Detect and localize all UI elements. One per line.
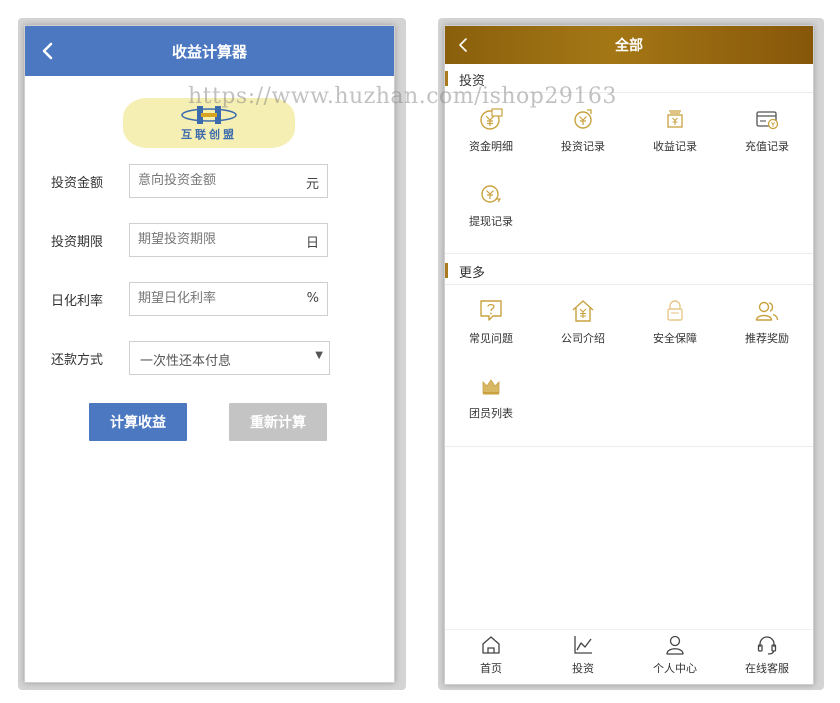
rate-label: 日化利率 xyxy=(51,294,104,309)
back-button[interactable] xyxy=(455,36,471,54)
income-record-icon xyxy=(667,110,683,128)
amount-row: 投资金额 元 xyxy=(25,164,394,198)
home-icon xyxy=(482,636,500,654)
tab-label: 首页 xyxy=(480,662,502,675)
menu-item-team[interactable]: 团员列表 xyxy=(445,373,537,435)
menu-item-invest-record[interactable]: 投资记录 xyxy=(537,106,629,168)
rate-field[interactable]: % xyxy=(129,282,328,316)
back-button[interactable] xyxy=(37,40,57,62)
tab-label: 投资 xyxy=(572,662,594,675)
menu-item-label: 收益记录 xyxy=(653,140,697,153)
page-title: 收益计算器 xyxy=(171,42,247,61)
all-menu-screen: 全部 投资 资金明细 投资记录 收益记录 充值记录 提现记录 更多 常见问题 公… xyxy=(444,25,814,685)
repayment-value: 一次性还本付息 xyxy=(140,354,232,369)
menu-item-label: 资金明细 xyxy=(469,140,513,153)
section-title-text: 投资 xyxy=(459,74,486,89)
tab-invest[interactable]: 投资 xyxy=(537,634,629,680)
tab-home[interactable]: 首页 xyxy=(445,634,537,680)
section-marker xyxy=(445,263,448,278)
faq-icon xyxy=(480,300,502,321)
term-field[interactable]: 日 xyxy=(129,223,328,257)
menu-item-label: 提现记录 xyxy=(469,215,513,228)
money-detail-icon xyxy=(480,108,503,130)
repayment-row: 还款方式 一次性还本付息 ▼ xyxy=(25,341,394,375)
section-title-text: 更多 xyxy=(459,266,486,281)
lock-icon xyxy=(667,300,683,321)
headset-icon xyxy=(757,636,777,655)
section-marker xyxy=(445,71,448,86)
reset-button[interactable]: 重新计算 xyxy=(229,403,327,441)
menu-item-company[interactable]: 公司介绍 xyxy=(537,298,629,360)
company-icon xyxy=(572,300,594,322)
tab-label: 个人中心 xyxy=(653,662,697,675)
dropdown-caret-icon: ▼ xyxy=(315,350,323,361)
amount-field[interactable]: 元 xyxy=(129,164,328,198)
term-input[interactable] xyxy=(136,231,300,248)
amount-input[interactable] xyxy=(136,172,300,189)
calculate-button[interactable]: 计算收益 xyxy=(89,403,187,441)
menu-item-label: 推荐奖励 xyxy=(745,332,789,345)
repayment-select[interactable]: 一次性还本付息 ▼ xyxy=(129,341,330,375)
bottom-tab-bar: 首页 投资 个人中心 在线客服 xyxy=(445,629,813,684)
referral-icon xyxy=(755,301,779,321)
chevron-left-icon xyxy=(459,38,467,52)
logo-mark-icon xyxy=(181,106,237,124)
term-unit: 日 xyxy=(305,236,319,251)
amount-label: 投资金额 xyxy=(51,176,104,191)
menu-item-withdraw-record[interactable]: 提现记录 xyxy=(445,181,537,243)
page-title: 全部 xyxy=(615,38,643,54)
menu-item-referral[interactable]: 推荐奖励 xyxy=(721,298,813,360)
section-divider xyxy=(445,253,813,254)
brand-logo: 互联创盟 xyxy=(123,98,295,148)
recharge-record-icon xyxy=(756,111,779,130)
menu-item-recharge-record[interactable]: 充值记录 xyxy=(721,106,813,168)
tab-profile[interactable]: 个人中心 xyxy=(629,634,721,680)
tab-support[interactable]: 在线客服 xyxy=(721,634,813,680)
chevron-left-icon xyxy=(42,42,53,60)
menu-item-faq[interactable]: 常见问题 xyxy=(445,298,537,360)
rate-row: 日化利率 % xyxy=(25,282,394,316)
withdraw-record-icon xyxy=(481,185,502,203)
menu-item-label: 充值记录 xyxy=(745,140,789,153)
menu-item-income-record[interactable]: 收益记录 xyxy=(629,106,721,168)
section-divider xyxy=(445,446,813,447)
menu-item-security[interactable]: 安全保障 xyxy=(629,298,721,360)
section-invest-title: 投资 xyxy=(445,66,813,93)
rate-input[interactable] xyxy=(136,290,300,307)
menu-header: 全部 xyxy=(445,26,813,64)
menu-item-label: 安全保障 xyxy=(653,332,697,345)
section-more-title: 更多 xyxy=(445,258,813,285)
amount-unit: 元 xyxy=(305,177,319,192)
chart-icon xyxy=(574,636,592,654)
menu-item-money-detail[interactable]: 资金明细 xyxy=(445,106,537,168)
logo-text: 互联创盟 xyxy=(181,128,237,141)
calculator-screen: 收益计算器 互联创盟 投资金额 元 投资期限 日 日化利率 % 还款方式 xyxy=(24,25,395,683)
repayment-label: 还款方式 xyxy=(51,353,104,368)
menu-item-label: 团员列表 xyxy=(469,407,513,420)
menu-item-label: 常见问题 xyxy=(469,332,513,345)
rate-unit: % xyxy=(306,291,319,306)
crown-icon xyxy=(482,379,500,395)
term-row: 投资期限 日 xyxy=(25,223,394,257)
tab-label: 在线客服 xyxy=(745,662,789,675)
user-icon xyxy=(666,635,684,655)
menu-item-label: 公司介绍 xyxy=(561,332,605,345)
term-label: 投资期限 xyxy=(51,235,104,250)
invest-record-icon xyxy=(574,109,592,129)
menu-item-label: 投资记录 xyxy=(561,140,605,153)
calculator-header: 收益计算器 xyxy=(25,26,394,76)
